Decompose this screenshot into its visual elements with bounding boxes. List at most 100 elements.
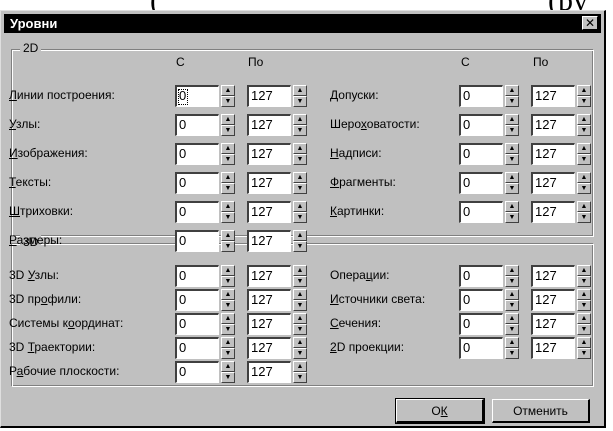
row-3d-right-0-from-spinner[interactable]: ▲ ▼: [505, 265, 519, 287]
spin-up-icon[interactable]: ▲: [293, 289, 307, 300]
row-3d-right-1-from-spinner[interactable]: ▲ ▼: [505, 289, 519, 311]
spin-down-icon[interactable]: ▼: [505, 300, 519, 311]
close-button[interactable]: ✕: [582, 16, 598, 30]
spin-up-icon[interactable]: ▲: [221, 313, 235, 324]
row-3d-left-4-to-spinner[interactable]: ▲ ▼: [293, 361, 307, 383]
row-2d-left-3-to-field[interactable]: 127: [247, 172, 291, 194]
row-3d-right-3-to-field[interactable]: 127: [531, 337, 575, 359]
spin-up-icon[interactable]: ▲: [293, 265, 307, 276]
row-3d-left-0-from-spinner[interactable]: ▲ ▼: [221, 265, 235, 287]
spin-up-icon[interactable]: ▲: [221, 265, 235, 276]
row-3d-left-2-to-field[interactable]: 127: [247, 313, 291, 335]
spin-down-icon[interactable]: ▼: [293, 300, 307, 311]
row-2d-left-3-from-field[interactable]: 0: [175, 172, 219, 194]
spin-up-icon[interactable]: ▲: [577, 337, 591, 348]
spin-down-icon[interactable]: ▼: [577, 276, 591, 287]
spin-down-icon[interactable]: ▼: [293, 125, 307, 136]
row-2d-left-2-from-spinner[interactable]: ▲ ▼: [221, 143, 235, 165]
row-3d-left-3-to-field[interactable]: 127: [247, 337, 291, 359]
row-3d-left-3-to-spinner[interactable]: ▲ ▼: [293, 337, 307, 359]
row-3d-left-1-to-spinner[interactable]: ▲ ▼: [293, 289, 307, 311]
row-3d-left-4-from-field[interactable]: 0: [175, 361, 219, 383]
row-2d-left-1-from-spinner[interactable]: ▲ ▼: [221, 114, 235, 136]
spin-down-icon[interactable]: ▼: [577, 183, 591, 194]
spin-down-icon[interactable]: ▼: [505, 183, 519, 194]
row-2d-left-2-to-field[interactable]: 127: [247, 143, 291, 165]
row-2d-right-0-to-field[interactable]: 127: [531, 85, 575, 107]
spin-down-icon[interactable]: ▼: [577, 125, 591, 136]
row-2d-left-0-from-field[interactable]: 0: [175, 85, 219, 107]
spin-down-icon[interactable]: ▼: [577, 96, 591, 107]
row-2d-right-2-from-spinner[interactable]: ▲ ▼: [505, 143, 519, 165]
spin-up-icon[interactable]: ▲: [293, 172, 307, 183]
spin-up-icon[interactable]: ▲: [293, 313, 307, 324]
row-2d-left-1-to-spinner[interactable]: ▲ ▼: [293, 114, 307, 136]
spin-down-icon[interactable]: ▼: [221, 154, 235, 165]
spin-down-icon[interactable]: ▼: [577, 324, 591, 335]
spin-down-icon[interactable]: ▼: [293, 372, 307, 383]
spin-up-icon[interactable]: ▲: [221, 230, 235, 241]
row-3d-right-1-to-spinner[interactable]: ▲ ▼: [577, 289, 591, 311]
row-3d-right-2-from-field[interactable]: 0: [459, 313, 503, 335]
row-2d-left-2-to-spinner[interactable]: ▲ ▼: [293, 143, 307, 165]
spin-up-icon[interactable]: ▲: [577, 114, 591, 125]
row-2d-right-2-from-field[interactable]: 0: [459, 143, 503, 165]
spin-down-icon[interactable]: ▼: [293, 154, 307, 165]
row-3d-left-1-from-spinner[interactable]: ▲ ▼: [221, 289, 235, 311]
spin-up-icon[interactable]: ▲: [293, 337, 307, 348]
row-2d-left-0-to-spinner[interactable]: ▲ ▼: [293, 85, 307, 107]
row-2d-right-1-from-field[interactable]: 0: [459, 114, 503, 136]
row-2d-right-4-to-spinner[interactable]: ▲ ▼: [577, 201, 591, 223]
row-2d-right-3-from-spinner[interactable]: ▲ ▼: [505, 172, 519, 194]
spin-down-icon[interactable]: ▼: [221, 212, 235, 223]
spin-down-icon[interactable]: ▼: [577, 348, 591, 359]
spin-up-icon[interactable]: ▲: [293, 361, 307, 372]
spin-up-icon[interactable]: ▲: [221, 114, 235, 125]
spin-up-icon[interactable]: ▲: [221, 201, 235, 212]
spin-up-icon[interactable]: ▲: [293, 114, 307, 125]
spin-down-icon[interactable]: ▼: [577, 300, 591, 311]
row-3d-right-0-to-spinner[interactable]: ▲ ▼: [577, 265, 591, 287]
row-2d-right-1-to-spinner[interactable]: ▲ ▼: [577, 114, 591, 136]
spin-down-icon[interactable]: ▼: [221, 241, 235, 252]
row-2d-left-3-to-spinner[interactable]: ▲ ▼: [293, 172, 307, 194]
row-3d-left-3-from-field[interactable]: 0: [175, 337, 219, 359]
spin-up-icon[interactable]: ▲: [577, 85, 591, 96]
row-3d-left-3-from-spinner[interactable]: ▲ ▼: [221, 337, 235, 359]
spin-up-icon[interactable]: ▲: [505, 85, 519, 96]
spin-down-icon[interactable]: ▼: [293, 212, 307, 223]
row-2d-left-4-to-field[interactable]: 127: [247, 201, 291, 223]
row-2d-left-5-from-spinner[interactable]: ▲ ▼: [221, 230, 235, 252]
spin-down-icon[interactable]: ▼: [293, 276, 307, 287]
row-3d-right-2-from-spinner[interactable]: ▲ ▼: [505, 313, 519, 335]
title-bar[interactable]: Уровни ✕: [4, 14, 601, 33]
row-3d-left-1-from-field[interactable]: 0: [175, 289, 219, 311]
row-2d-left-4-from-field[interactable]: 0: [175, 201, 219, 223]
row-2d-left-5-to-spinner[interactable]: ▲ ▼: [293, 230, 307, 252]
spin-up-icon[interactable]: ▲: [505, 337, 519, 348]
row-3d-left-4-to-field[interactable]: 127: [247, 361, 291, 383]
row-2d-left-3-from-spinner[interactable]: ▲ ▼: [221, 172, 235, 194]
row-3d-left-4-from-spinner[interactable]: ▲ ▼: [221, 361, 235, 383]
spin-up-icon[interactable]: ▲: [221, 172, 235, 183]
spin-up-icon[interactable]: ▲: [577, 313, 591, 324]
row-2d-right-0-from-spinner[interactable]: ▲ ▼: [505, 85, 519, 107]
row-3d-right-1-to-field[interactable]: 127: [531, 289, 575, 311]
spin-up-icon[interactable]: ▲: [221, 85, 235, 96]
row-2d-left-2-from-field[interactable]: 0: [175, 143, 219, 165]
row-2d-right-3-to-spinner[interactable]: ▲ ▼: [577, 172, 591, 194]
row-3d-left-2-to-spinner[interactable]: ▲ ▼: [293, 313, 307, 335]
row-3d-right-0-from-field[interactable]: 0: [459, 265, 503, 287]
row-2d-left-4-from-spinner[interactable]: ▲ ▼: [221, 201, 235, 223]
row-2d-right-4-from-spinner[interactable]: ▲ ▼: [505, 201, 519, 223]
spin-up-icon[interactable]: ▲: [293, 201, 307, 212]
spin-down-icon[interactable]: ▼: [221, 372, 235, 383]
row-3d-left-0-to-spinner[interactable]: ▲ ▼: [293, 265, 307, 287]
spin-down-icon[interactable]: ▼: [293, 348, 307, 359]
spin-up-icon[interactable]: ▲: [505, 313, 519, 324]
spin-down-icon[interactable]: ▼: [505, 276, 519, 287]
row-2d-right-0-from-field[interactable]: 0: [459, 85, 503, 107]
spin-up-icon[interactable]: ▲: [505, 201, 519, 212]
spin-up-icon[interactable]: ▲: [293, 230, 307, 241]
spin-down-icon[interactable]: ▼: [221, 276, 235, 287]
